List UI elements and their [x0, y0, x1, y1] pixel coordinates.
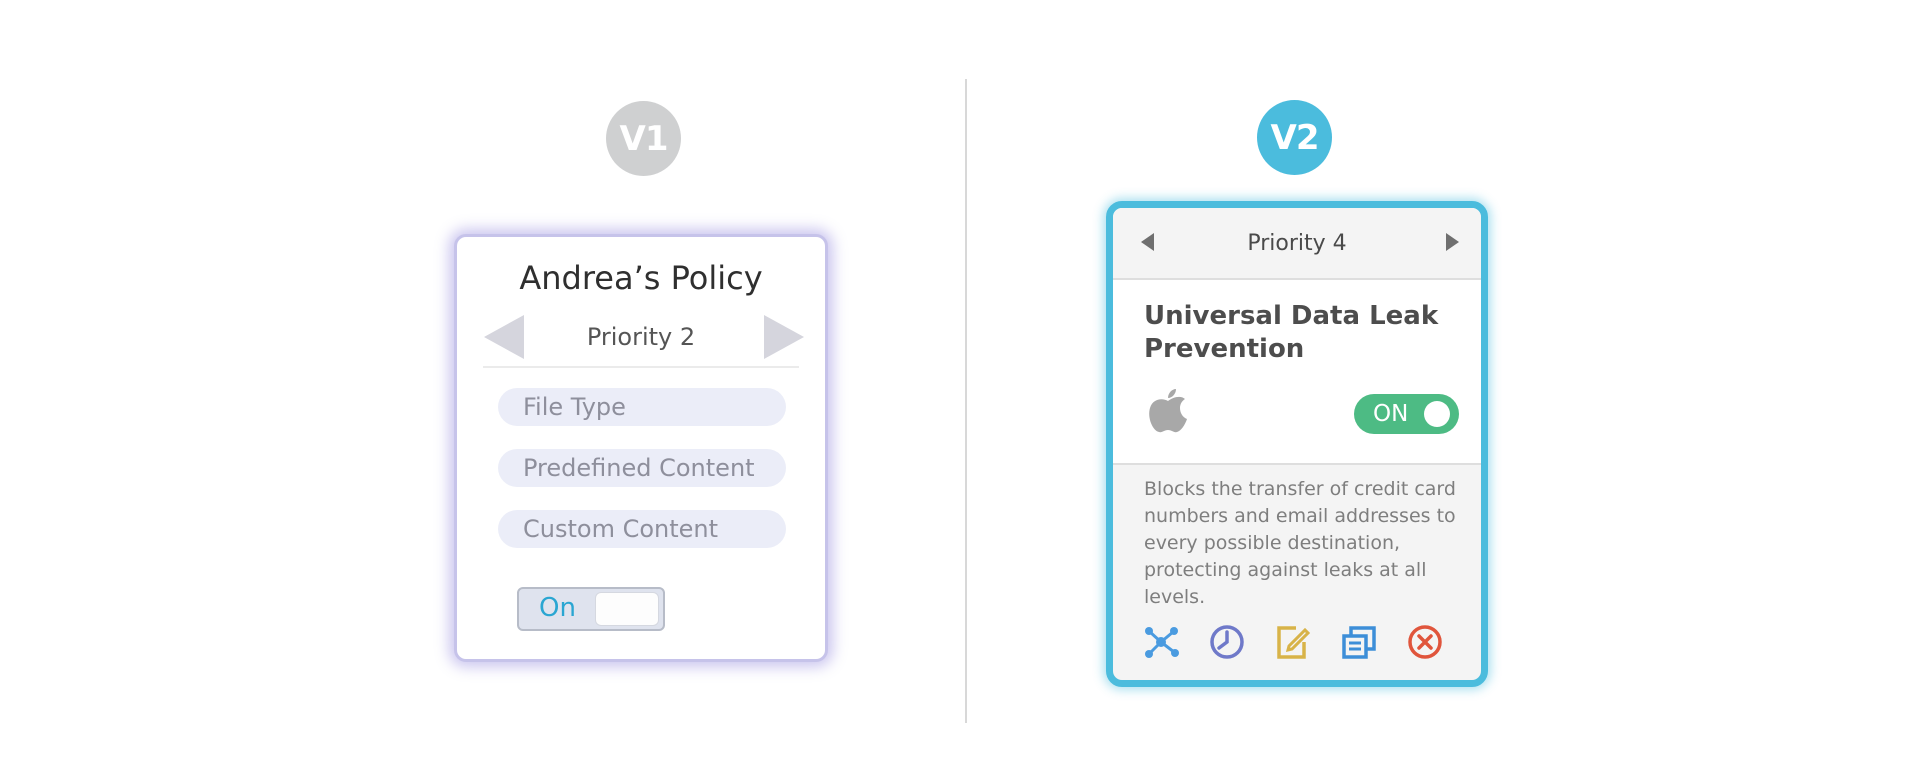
delete-icon[interactable]	[1406, 623, 1444, 661]
toggle-knob	[595, 592, 659, 626]
apple-icon	[1146, 385, 1190, 435]
toggle-label: On	[539, 593, 576, 623]
priority-navigation: Priority 4	[1113, 208, 1481, 280]
toggle-knob	[1424, 401, 1450, 427]
policy-toggle[interactable]: On	[517, 587, 665, 631]
clock-icon[interactable]	[1208, 623, 1246, 661]
predefined-content-pill[interactable]: Predefined Content	[498, 449, 786, 487]
header-divider	[483, 366, 799, 368]
policy-summary: Universal Data Leak Prevention ON	[1113, 280, 1481, 465]
copy-icon[interactable]	[1340, 623, 1378, 661]
network-icon[interactable]	[1142, 623, 1180, 661]
policy-actions	[1113, 623, 1481, 663]
file-type-pill[interactable]: File Type	[498, 388, 786, 426]
policy-card-v1: Andrea’s Policy Priority 2 File Type Pre…	[454, 234, 828, 662]
next-priority-arrow-icon[interactable]	[1446, 233, 1459, 251]
custom-content-pill[interactable]: Custom Content	[498, 510, 786, 548]
policy-description: Blocks the transfer of credit card numbe…	[1144, 478, 1456, 608]
version-badge-v2: V2	[1257, 100, 1332, 175]
priority-label: Priority 4	[1247, 231, 1347, 256]
policy-toggle[interactable]: ON	[1354, 394, 1459, 434]
next-priority-arrow-icon[interactable]	[764, 315, 804, 359]
toggle-label: ON	[1373, 401, 1409, 427]
policy-title: Andrea’s Policy	[519, 259, 763, 297]
policy-title: Universal Data Leak Prevention	[1144, 301, 1439, 364]
policy-card-v2: Priority 4 Universal Data Leak Preventio…	[1106, 201, 1488, 687]
version-badge-v1: V1	[606, 101, 681, 176]
comparison-divider	[965, 79, 967, 723]
edit-icon[interactable]	[1274, 623, 1312, 661]
